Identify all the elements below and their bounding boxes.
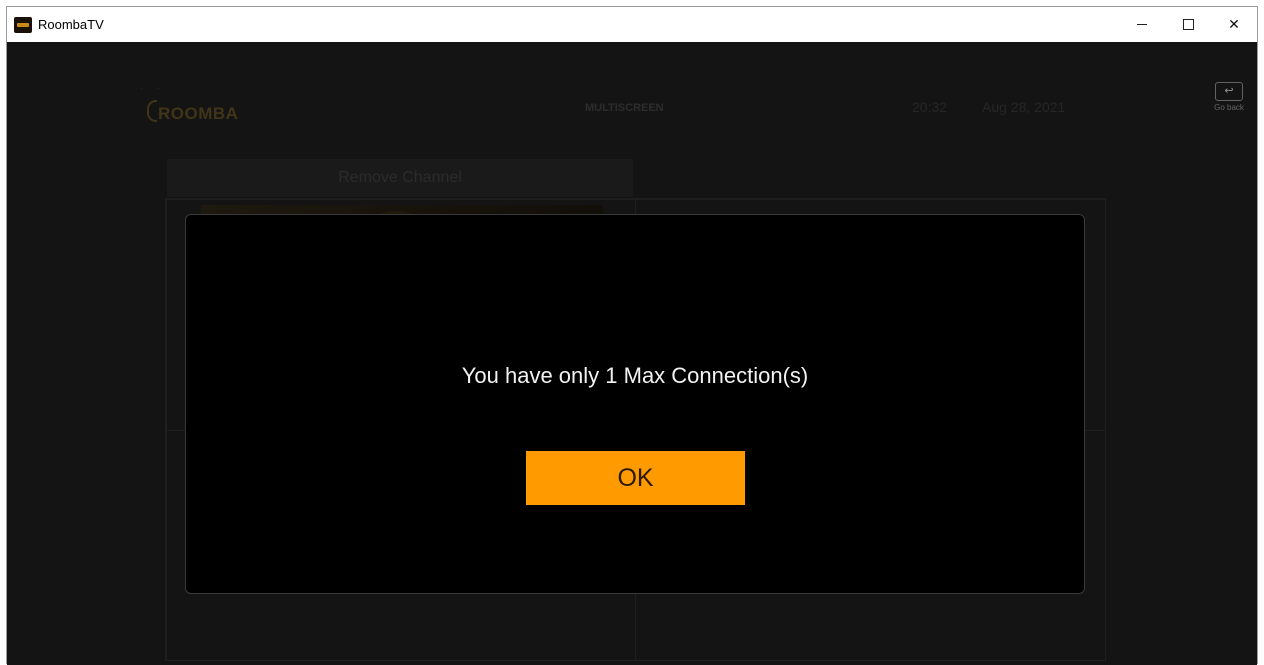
maximize-button[interactable] [1165, 7, 1211, 42]
minimize-icon [1137, 24, 1147, 25]
max-connection-dialog: You have only 1 Max Connection(s) OK [185, 214, 1085, 594]
app-icon [14, 16, 32, 33]
ok-button[interactable]: OK [526, 451, 745, 505]
title-bar[interactable]: RoombaTV ✕ [7, 7, 1257, 42]
maximize-icon [1182, 19, 1194, 30]
multiscreen-page: ·· ROOMBA MULTISCREEN 20:32 Aug 28, 2021… [7, 42, 1257, 665]
minimize-button[interactable] [1119, 7, 1165, 42]
window-controls: ✕ [1119, 7, 1257, 42]
close-icon: ✕ [1228, 16, 1240, 33]
window-title: RoombaTV [38, 17, 104, 32]
dialog-message: You have only 1 Max Connection(s) [461, 363, 809, 388]
close-button[interactable]: ✕ [1211, 7, 1257, 42]
app-window: RoombaTV ✕ ·· ROOMBA MULTISCREEN 20:32 A… [6, 6, 1258, 665]
